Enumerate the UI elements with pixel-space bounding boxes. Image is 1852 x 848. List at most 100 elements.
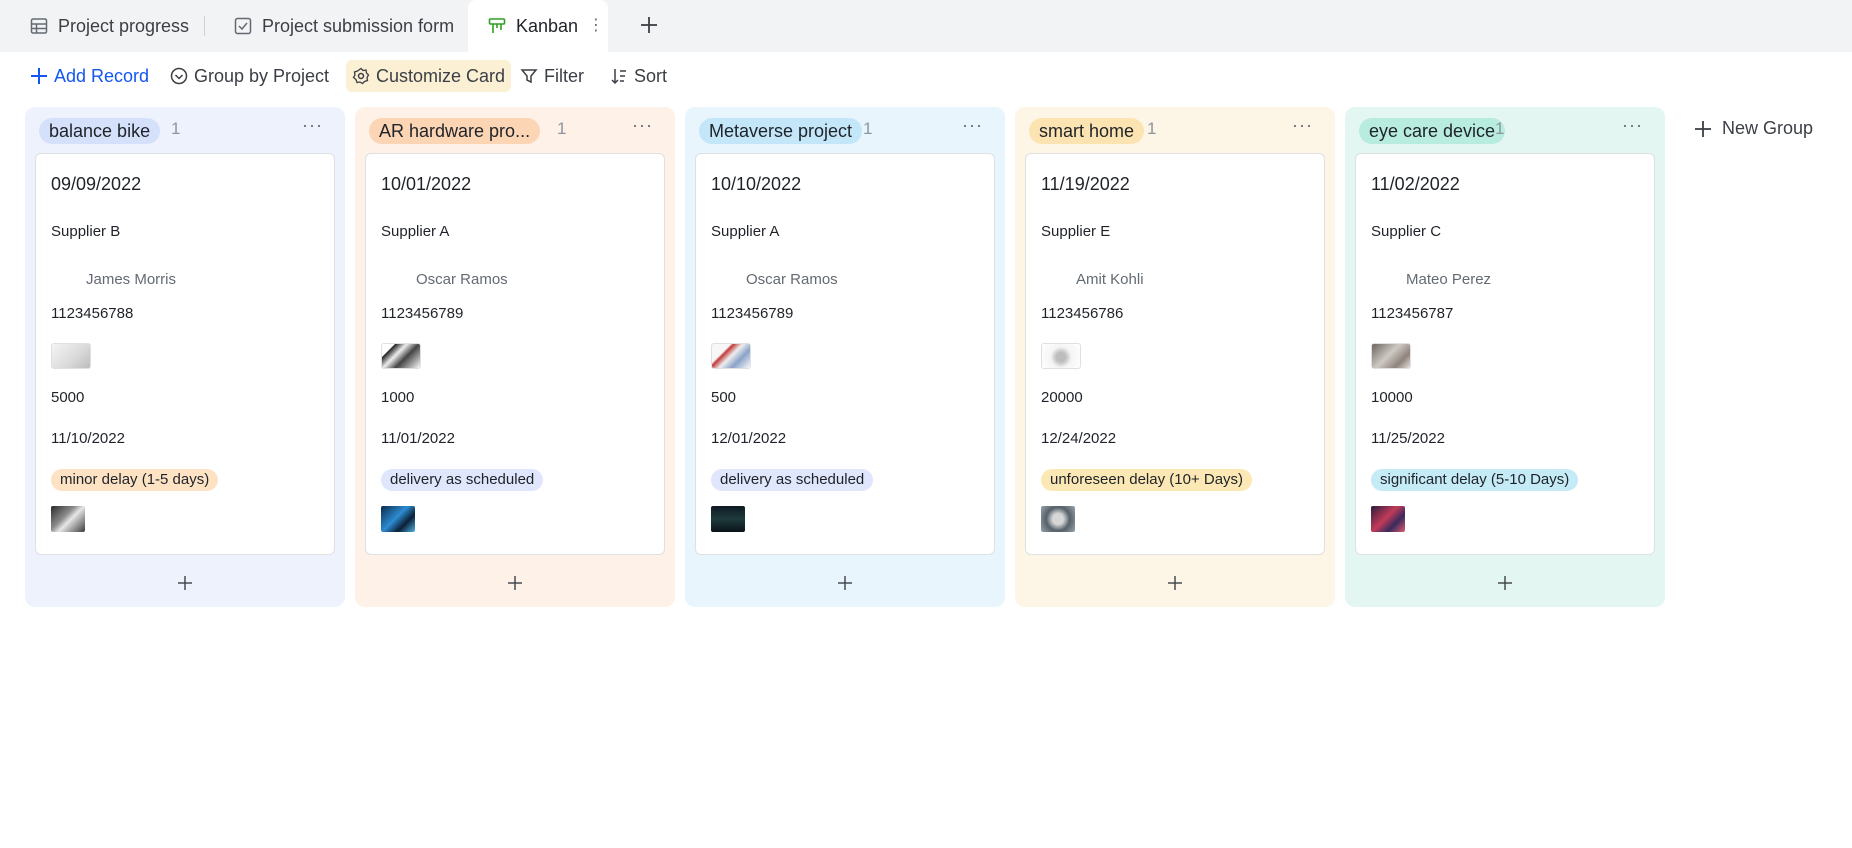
column-header: Metaverse project 1 ··· [685,107,1005,153]
card-supplier: Supplier A [711,223,780,240]
column-header: eye care device 1 ··· [1345,107,1665,153]
add-view-icon[interactable] [636,12,662,38]
product-image-thumbnail[interactable] [711,343,751,369]
column-title[interactable]: Metaverse project [699,118,863,144]
kanban-column: smart home 1 ··· 11/19/2022 Supplier E A… [1015,107,1335,607]
filter-label: Filter [544,65,584,86]
plus-icon [1168,576,1182,590]
tab-kanban[interactable]: Kanban [468,0,608,52]
table-icon [30,17,48,35]
new-group-button[interactable]: New Group [1694,118,1813,139]
add-card-button[interactable] [1345,567,1665,599]
plus-icon [1695,120,1711,137]
column-title[interactable]: eye care device [1359,118,1506,144]
status-badge: delivery as scheduled [711,469,874,491]
view-tab-bar: Project progress Project submission form… [0,0,1852,52]
plus-icon [31,68,47,84]
column-more-icon[interactable]: ··· [962,115,983,136]
add-record-button[interactable]: Add Record [30,60,149,92]
card-phone: 1123456787 [1371,305,1454,322]
gear-icon [352,67,370,85]
tab-project-submission-form[interactable]: Project submission form [234,0,454,52]
customize-card-button[interactable]: Customize Card [346,60,512,92]
card-date: 09/09/2022 [51,174,142,194]
kanban-card[interactable]: 11/02/2022 Supplier C Mateo Perez 112345… [1355,153,1655,555]
card-person: James Morris [86,271,177,288]
column-title[interactable]: balance bike [39,118,161,144]
kanban-card[interactable]: 09/09/2022 Supplier B James Morris 11234… [35,153,335,555]
attachment-image-thumbnail[interactable] [51,506,85,532]
column-count: 1 [171,119,181,138]
column-more-icon[interactable]: ··· [1622,115,1643,136]
attachment-image-thumbnail[interactable] [1371,506,1405,532]
filter-button[interactable]: Filter [520,60,584,92]
add-card-button[interactable] [1015,567,1335,599]
product-image-thumbnail[interactable] [1371,343,1411,369]
add-card-button[interactable] [355,567,675,599]
group-by-label: Group by Project [194,65,330,86]
tab-project-progress[interactable]: Project progress [30,0,189,52]
card-quantity: 500 [711,389,737,406]
column-count: 1 [863,119,873,138]
plus-icon [178,576,192,590]
customize-card-label: Customize Card [376,65,506,86]
card-date: 11/02/2022 [1371,174,1460,194]
add-card-button[interactable] [685,567,1005,599]
card-due-date: 11/25/2022 [1371,430,1445,447]
new-group-label: New Group [1722,118,1814,138]
product-image-thumbnail[interactable] [381,343,421,369]
sort-button[interactable]: Sort [610,60,667,92]
card-due-date: 11/10/2022 [51,430,125,447]
kanban-column: eye care device 1 ··· 11/02/2022 Supplie… [1345,107,1665,607]
group-icon [170,67,188,85]
form-icon [234,17,252,35]
attachment-image-thumbnail[interactable] [1041,506,1075,532]
column-more-icon[interactable]: ··· [632,115,653,136]
kanban-column: Metaverse project 1 ··· 10/10/2022 Suppl… [685,107,1005,607]
filter-icon [520,69,538,84]
column-more-icon[interactable]: ··· [302,115,323,136]
kanban-card[interactable]: 10/01/2022 Supplier A Oscar Ramos 112345… [365,153,665,555]
add-record-label: Add Record [54,65,150,86]
card-person: Oscar Ramos [416,271,508,288]
sort-label: Sort [634,65,668,86]
plus-icon [838,576,852,590]
card-quantity: 10000 [1371,389,1413,406]
column-title[interactable]: AR hardware pro... [369,118,541,144]
column-header: AR hardware pro... 1 ··· [355,107,675,153]
attachment-image-thumbnail[interactable] [711,506,745,532]
tab-label: Project submission form [262,15,455,36]
tab-divider [204,16,205,36]
status-badge: minor delay (1-5 days) [51,469,219,491]
card-supplier: Supplier A [381,223,450,240]
attachment-image-thumbnail[interactable] [381,506,415,532]
card-person: Oscar Ramos [746,271,838,288]
column-count: 1 [557,119,567,138]
card-phone: 1123456786 [1041,305,1124,322]
card-person: Amit Kohli [1076,271,1144,288]
kanban-column: balance bike 1 ··· 09/09/2022 Supplier B… [25,107,345,607]
tab-label: Kanban [516,15,579,36]
add-card-button[interactable] [25,567,345,599]
card-date: 10/10/2022 [711,174,802,194]
product-image-thumbnail[interactable] [1041,343,1081,369]
kanban-column: AR hardware pro... 1 ··· 10/01/2022 Supp… [355,107,675,607]
product-image-thumbnail[interactable] [51,343,91,369]
card-date: 11/19/2022 [1041,174,1130,194]
status-badge: significant delay (5-10 Days) [1371,469,1579,491]
kanban-card[interactable]: 11/19/2022 Supplier E Amit Kohli 1123456… [1025,153,1325,555]
tab-more-icon[interactable]: ⋮ [588,15,604,35]
group-by-button[interactable]: Group by Project [170,60,329,92]
kanban-card[interactable]: 10/10/2022 Supplier A Oscar Ramos 112345… [695,153,995,555]
card-supplier: Supplier E [1041,223,1111,240]
plus-icon [508,576,522,590]
column-more-icon[interactable]: ··· [1292,115,1313,136]
card-due-date: 12/01/2022 [711,430,787,447]
column-title[interactable]: smart home [1029,118,1145,144]
plus-icon [1498,576,1512,590]
card-supplier: Supplier C [1371,223,1442,240]
card-due-date: 12/24/2022 [1041,430,1117,447]
kanban-icon [488,17,506,35]
column-header: balance bike 1 ··· [25,107,345,153]
column-header: smart home 1 ··· [1015,107,1335,153]
